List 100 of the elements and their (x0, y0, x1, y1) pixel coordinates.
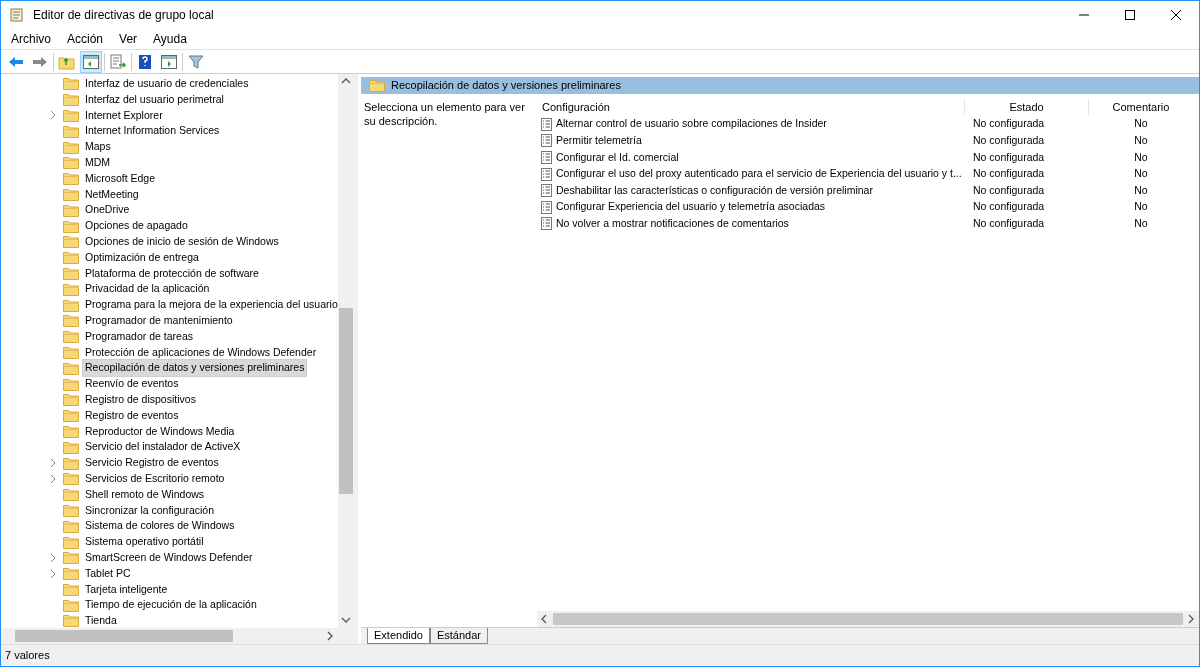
tree-item[interactable]: Sistema operativo portátil (82, 533, 207, 551)
folder-icon (63, 314, 79, 328)
table-cell-text: Configurar el Id. comercial (556, 149, 679, 165)
tab[interactable]: Extendido (367, 628, 430, 644)
folder-icon (63, 567, 79, 581)
horizontal-scrollbar[interactable] (537, 611, 1199, 627)
table-cell-text: Permitir telemetría (556, 133, 642, 148)
tree-item[interactable]: Interfaz de usuario de credenciales (82, 75, 252, 93)
tree-item[interactable]: Servicio del instalador de ActiveX (82, 438, 244, 457)
table-cell: Configurar el uso del proxy autenticado para el servicio de Experiencia del usuario y t... (556, 166, 962, 182)
table-cell-text: No configurada (972, 166, 1046, 182)
folder-icon (63, 535, 79, 549)
tree-item[interactable]: Interfaz del usuario perimetral (82, 90, 227, 109)
tree-item[interactable]: Internet Explorer (82, 106, 166, 125)
tree-item[interactable]: Internet Information Services (82, 122, 223, 141)
close-icon (1171, 10, 1181, 20)
folder-icon (63, 551, 79, 565)
tree-item[interactable]: Sincronizar la configuración (82, 501, 217, 520)
table-cell-text: No configurada (972, 133, 1046, 148)
tree-item[interactable]: Registro de eventos (82, 406, 182, 425)
folder-icon (63, 203, 79, 217)
folder-icon (63, 235, 79, 249)
tree-item[interactable]: Programador de mantenimiento (82, 312, 236, 330)
table-cell-text: No (1133, 216, 1149, 231)
folder-icon (63, 124, 79, 138)
table-cell-text: No (1133, 182, 1149, 198)
tree-item[interactable]: Sistema de colores de Windows (82, 517, 238, 536)
menu-item[interactable]: Ayuda (145, 30, 195, 48)
show-tree-icon[interactable] (80, 50, 102, 73)
tree-item[interactable]: Shell remoto de Windows (82, 485, 208, 504)
folder-icon (63, 361, 79, 375)
menu-item[interactable]: Ver (111, 30, 146, 48)
tree-item[interactable]: Reproductor de Windows Media (82, 422, 238, 441)
column-header[interactable]: Comentario (1089, 98, 1193, 116)
folder-icon (63, 187, 79, 201)
tree-item[interactable]: NetMeeting (82, 185, 142, 204)
document-icon (541, 151, 552, 164)
folder-icon (63, 345, 79, 359)
folder-icon (63, 330, 79, 344)
tree-item[interactable]: Microsoft Edge (82, 169, 159, 188)
table-cell-text: No configurada (972, 216, 1046, 231)
pane-title: Recopilación de datos y versiones preliminares (391, 78, 621, 94)
folder-icon (63, 377, 79, 391)
tree-item[interactable]: Plataforma de protección de software (82, 264, 262, 283)
folder-icon (63, 282, 79, 296)
tree-item[interactable]: Opciones de inicio de sesión de Windows (82, 233, 282, 251)
document-icon (541, 217, 552, 231)
document-icon (541, 117, 552, 131)
folder-icon (63, 266, 79, 280)
tree-item[interactable]: MDM (82, 154, 114, 172)
tree-item[interactable]: Registro de dispositivos (82, 390, 199, 409)
table-cell-text: Deshabilitar las características o configuración de versión preliminar (556, 182, 873, 198)
tree-item[interactable]: Servicios de Escritorio remoto (82, 469, 228, 488)
document-icon (541, 184, 552, 198)
tree-item[interactable]: Maps (82, 138, 114, 156)
tree-item[interactable]: Recopilación de datos y versiones preliminares (82, 359, 308, 378)
tree-item[interactable]: Tarjeta inteligente (82, 580, 171, 599)
tree-item[interactable]: Servicio Registro de eventos (82, 454, 222, 472)
folder-icon (63, 614, 79, 628)
folder-icon (63, 472, 79, 486)
tree-item[interactable]: Programa para la mejora de la experiencia del usuario (82, 296, 338, 314)
tree-item[interactable]: Opciones de apagado (82, 217, 191, 235)
folder-icon (63, 109, 79, 122)
menu-item[interactable]: Archivo (3, 30, 59, 48)
horizontal-scrollbar[interactable] (1, 628, 354, 644)
tree-item[interactable]: Optimización de entrega (82, 248, 202, 267)
tree-item[interactable]: Tablet PC (82, 564, 134, 583)
tree-item[interactable]: OneDrive (82, 201, 133, 220)
table-cell-text: No configurada (972, 182, 1046, 198)
folder-icon (63, 93, 79, 107)
tab[interactable]: Estándar (429, 628, 488, 644)
document-icon (541, 167, 552, 181)
tree-item[interactable]: Tiempo de ejecución de la aplicación (82, 596, 260, 615)
folder-icon (63, 251, 79, 265)
table-cell-text: No configurada (972, 199, 1046, 215)
folder-icon (63, 519, 79, 533)
folder-icon (63, 393, 79, 407)
folder-icon (63, 77, 79, 91)
folder-icon (63, 424, 79, 438)
tree-item[interactable]: Privacidad de la aplicación (82, 280, 213, 299)
table-cell-text: No (1133, 166, 1149, 182)
document-icon (541, 134, 552, 148)
menu-item[interactable]: Acción (59, 30, 112, 48)
folder-icon (63, 582, 79, 596)
table-cell-text: No (1133, 133, 1149, 148)
column-header[interactable]: Estado (965, 98, 1089, 116)
table-cell-text: No (1133, 116, 1149, 132)
folder-icon (63, 140, 79, 154)
tree-item[interactable]: Protección de aplicaciones de Windows Defender (82, 343, 320, 362)
folder-icon (63, 598, 79, 612)
tree-item[interactable]: Tienda (82, 612, 120, 628)
table-cell-text: Configurar Experiencia del usuario y telemetría asociadas (556, 199, 826, 215)
column-header[interactable]: Configuración (537, 98, 965, 116)
tree-item[interactable]: Programador de tareas (82, 327, 196, 346)
folder-icon (63, 503, 79, 517)
table-cell-text: No configurada (972, 149, 1046, 165)
folder-icon (63, 298, 79, 312)
table-cell-text: No configurada (972, 116, 1046, 132)
tree-item[interactable]: SmartScreen de Windows Defender (82, 548, 256, 567)
tree-item[interactable]: Reenvío de eventos (82, 375, 182, 393)
